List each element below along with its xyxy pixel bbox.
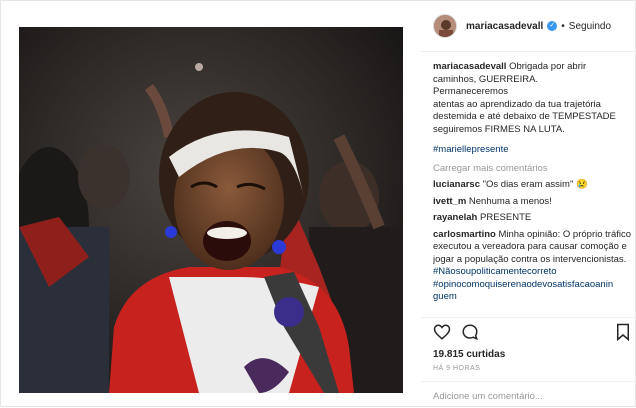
verified-badge-icon: ✓: [547, 21, 558, 31]
divider: [421, 317, 636, 318]
comment-text: Nenhuma a menos!: [468, 195, 552, 207]
divider: [421, 381, 636, 382]
caption-text-6: seguiremos FIRMES NA LUTA.: [433, 123, 565, 135]
caption: mariacasadevall Obrigada por abrir camin…: [433, 61, 633, 136]
add-comment-input[interactable]: Adicione um comentário...: [433, 391, 543, 402]
avatar[interactable]: [433, 14, 457, 38]
caption-text-5: destemida e até debaixo de TEMPESTADE: [433, 111, 616, 122]
comment-hashtag[interactable]: guem: [433, 291, 457, 302]
comment-item: rayanelah PRESENTE: [433, 212, 633, 225]
comment-username[interactable]: lucianarsc: [433, 179, 480, 190]
caption-text-1: Obrigada por abrir: [509, 61, 587, 72]
comment-item: ivett_m Nenhuma a menos!: [433, 196, 633, 209]
load-more-comments[interactable]: Carregar mais comentários: [433, 163, 633, 176]
header-username[interactable]: mariacasadevall: [466, 21, 543, 32]
header-separator: •: [561, 20, 565, 32]
post-side-panel: mariacasadevall ✓ • Seguindo mariacasade…: [421, 1, 636, 408]
caption-text-2: caminhos, GUERREIRA.: [433, 73, 539, 85]
caption-username[interactable]: mariacasadevall: [433, 61, 506, 72]
comment-item: lucianarsc "Os dias eram assim" 😢: [433, 179, 633, 192]
post-header: mariacasadevall ✓ • Seguindo: [433, 13, 633, 39]
comment-text: PRESENTE: [480, 212, 532, 223]
comment-username[interactable]: rayanelah: [433, 212, 477, 223]
comment-bubble-icon[interactable]: [461, 323, 479, 341]
bookmark-icon[interactable]: [615, 323, 631, 341]
caption-hashtag[interactable]: #marielle​presente: [433, 144, 509, 155]
comment-hashtag[interactable]: #opinocomoquiserenaodevosatisfacaoanin: [433, 279, 613, 290]
caption-text-3: Permaneceremos: [433, 86, 508, 97]
likes-count[interactable]: 19.815 curtidas: [433, 349, 505, 360]
post-dialog: mariacasadevall ✓ • Seguindo mariacasade…: [0, 0, 636, 407]
comment-username[interactable]: ivett_m: [433, 196, 466, 207]
comment-item: carlosmartino Minha opinião: O próprio t…: [433, 229, 633, 304]
comment-username[interactable]: carlosmartino: [433, 229, 496, 240]
divider: [421, 51, 636, 52]
post-photo-image: [19, 27, 403, 393]
avatar-image: [434, 15, 456, 37]
comment-text: "Os dias eram assim" 😢: [482, 179, 588, 190]
post-timestamp: HÁ 9 HORAS: [433, 365, 481, 372]
comment-hashtag[interactable]: #Nãosoupoliticamentecorreto: [433, 266, 557, 277]
caption-text-4: atentas ao aprendizado da tua trajetória: [433, 98, 601, 110]
action-bar: [433, 323, 633, 343]
comments-list: mariacasadevall Obrigada por abrir camin…: [433, 61, 633, 316]
follow-status-button[interactable]: Seguindo: [569, 21, 611, 32]
post-photo[interactable]: [19, 27, 403, 393]
heart-icon[interactable]: [433, 323, 451, 341]
